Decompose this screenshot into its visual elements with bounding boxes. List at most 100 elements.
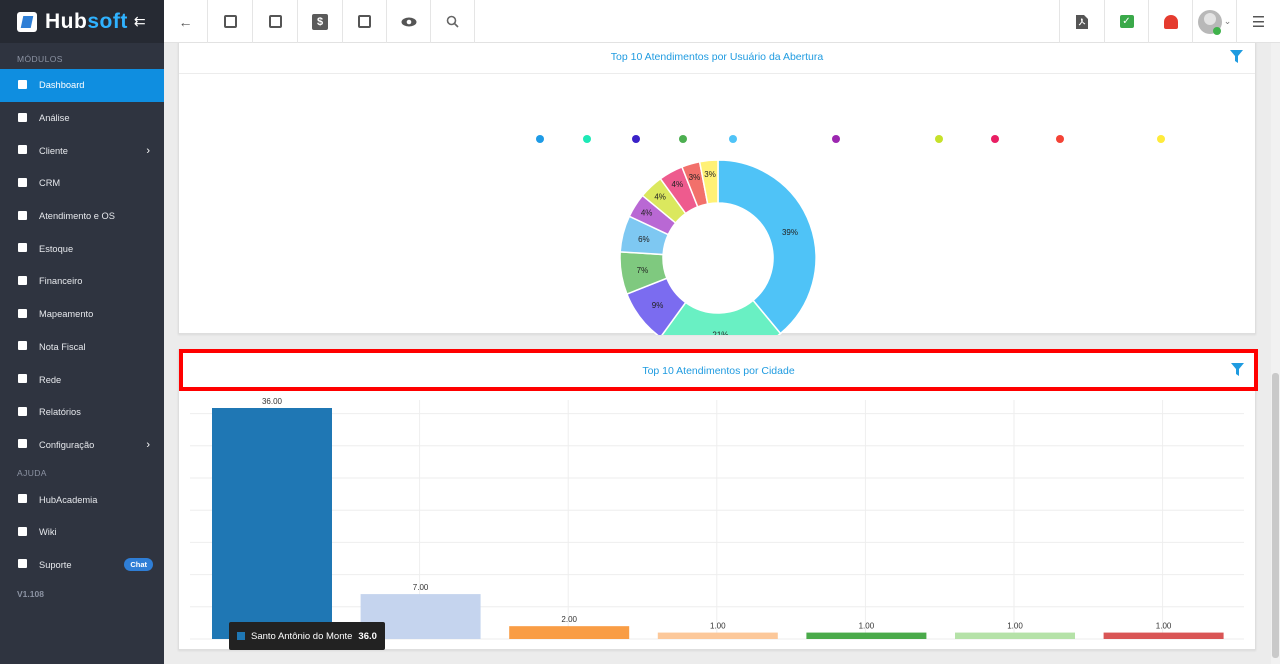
- report-icon: [17, 406, 28, 418]
- chevron-right-icon: ›: [146, 144, 150, 157]
- bar[interactable]: [806, 632, 927, 639]
- pie-slice-label: 3%: [704, 170, 716, 179]
- sidebar-item-7[interactable]: Mapeamento: [0, 298, 164, 331]
- bar[interactable]: [1103, 632, 1224, 639]
- map-pin-icon: [17, 308, 28, 320]
- help-item-0[interactable]: HubAcademia: [0, 483, 164, 516]
- filter-icon[interactable]: [1231, 363, 1244, 376]
- sidebar-item-label: Atendimento e OS: [39, 211, 115, 222]
- dollar-icon: $: [312, 13, 328, 30]
- bar-value-label: 7.00: [413, 583, 429, 592]
- scrollbar-thumb[interactable]: [1272, 373, 1279, 658]
- version-label: V1.108: [17, 589, 44, 600]
- sidebar-item-1[interactable]: Análise: [0, 102, 164, 135]
- bar-tooltip: Santo Antônio do Monte 36.0: [229, 622, 385, 650]
- search-icon: [446, 15, 459, 28]
- section-help-title: AJUDA: [17, 468, 47, 479]
- sidebar-item-label: Configuração: [39, 439, 95, 450]
- gear-icon: [17, 439, 28, 450]
- tasks-button[interactable]: ✓: [1104, 0, 1148, 43]
- calendar-clock-icon: [17, 210, 28, 222]
- pdf-button[interactable]: [1059, 0, 1104, 43]
- kanban-icon: [17, 177, 28, 189]
- help-item-label: Wiki: [39, 527, 57, 538]
- sidebar-item-8[interactable]: Nota Fiscal: [0, 331, 164, 364]
- sidebar-item-5[interactable]: Estoque: [0, 232, 164, 265]
- calendar-clock-icon: [268, 15, 282, 28]
- sidebar-item-label: Rede: [39, 374, 62, 385]
- bar-value-label: 1.00: [859, 622, 875, 631]
- bar-value-label: 1.00: [710, 622, 726, 631]
- bar-value-label: 2.00: [561, 615, 577, 624]
- pie-slice-label: 4%: [641, 209, 653, 218]
- notifications-button[interactable]: [1148, 0, 1192, 43]
- pie-slice-label: 6%: [638, 235, 650, 244]
- collapse-sidebar-icon[interactable]: ⇇: [134, 13, 146, 30]
- terminal-button[interactable]: [343, 0, 387, 43]
- check-message-icon: ✓: [1119, 15, 1134, 28]
- sidebar-item-6[interactable]: Financeiro: [0, 265, 164, 298]
- eye-icon: [401, 17, 416, 26]
- bar[interactable]: [955, 632, 1075, 639]
- help-item-label: Suporte: [39, 559, 72, 570]
- sidebar: Hubsoft ⇇ MÓDULOS Dashboard Análise Client…: [0, 0, 164, 664]
- finance-button[interactable]: $: [298, 0, 343, 43]
- receipt-icon: [17, 341, 28, 352]
- back-button[interactable]: ←: [164, 0, 208, 43]
- box-icon: [17, 243, 28, 254]
- schedule-button[interactable]: [253, 0, 298, 43]
- wikipedia-icon: [17, 526, 28, 538]
- sidebar-item-label: Relatórios: [39, 407, 81, 418]
- bar-chart-title: Top 10 Atendimentos por Cidade: [642, 365, 795, 377]
- client-button[interactable]: [208, 0, 253, 43]
- chat-badge[interactable]: Chat: [124, 558, 153, 572]
- bar-value-label: 36.00: [262, 397, 283, 406]
- sidebar-item-10[interactable]: Relatórios: [0, 396, 164, 429]
- terminal-icon: [358, 15, 371, 28]
- arrow-left-icon: ←: [178, 13, 193, 30]
- bar-value-label: 1.00: [1007, 622, 1023, 631]
- bell-icon: [1163, 14, 1178, 29]
- bar[interactable]: [657, 632, 778, 639]
- pie-slice-label: 9%: [652, 301, 664, 310]
- brand-name: Hubsoft: [45, 9, 128, 33]
- sidebar-item-label: Mapeamento: [39, 309, 94, 320]
- pie-slice-label: 4%: [654, 192, 666, 201]
- contact-card-icon: [223, 15, 237, 28]
- help-item-2[interactable]: Suporte Chat: [0, 549, 164, 582]
- pdf-file-icon: [1076, 14, 1088, 29]
- bar-chart: 36.00 7.00 2.00 1.00 1.00 1.00 1.00: [190, 397, 1244, 640]
- sidebar-item-11[interactable]: Configuração ›: [0, 429, 164, 462]
- tooltip-label: Santo Antônio do Monte: [251, 630, 353, 642]
- bar[interactable]: [212, 408, 332, 639]
- search-button[interactable]: [431, 0, 475, 43]
- pie-slice[interactable]: [717, 159, 817, 335]
- help-item-1[interactable]: Wiki: [0, 516, 164, 549]
- sidebar-item-9[interactable]: Rede: [0, 363, 164, 396]
- sidebar-item-4[interactable]: Atendimento e OS: [0, 200, 164, 233]
- pie-chart-panel: Top 10 Atendimentos por Usuário da Abert…: [178, 43, 1256, 335]
- menu-button[interactable]: ☰: [1236, 0, 1280, 43]
- chevron-down-icon: ⌄: [1223, 16, 1232, 26]
- youtube-icon: [17, 494, 28, 505]
- sidebar-item-0[interactable]: Dashboard: [0, 69, 164, 102]
- brand-logo[interactable]: Hubsoft ⇇: [0, 0, 164, 43]
- bar[interactable]: [509, 626, 630, 639]
- sidebar-item-label: Cliente: [39, 145, 68, 156]
- sidebar-item-label: CRM: [39, 178, 61, 189]
- bar-chart-panel: 36.00 7.00 2.00 1.00 1.00 1.00 1.00: [178, 349, 1256, 650]
- sidebar-item-3[interactable]: CRM: [0, 167, 164, 200]
- sidebar-item-label: Nota Fiscal: [39, 341, 86, 352]
- tooltip-value: 36.0: [358, 630, 377, 642]
- bar-value-label: 1.00: [1156, 622, 1172, 631]
- bar-chart-header-highlight: Top 10 Atendimentos por Cidade: [179, 349, 1258, 391]
- list-menu-icon: ☰: [1251, 13, 1266, 31]
- scrollbar[interactable]: [1271, 43, 1280, 664]
- chat-icon: [17, 559, 28, 570]
- user-menu-button[interactable]: ⌄: [1192, 0, 1236, 43]
- sidebar-item-2[interactable]: Cliente ›: [0, 134, 164, 167]
- network-icon: [17, 374, 28, 385]
- pie-slice-label: 21%: [712, 330, 728, 335]
- view-button[interactable]: [387, 0, 431, 43]
- pie-slice-label: 3%: [689, 173, 701, 182]
